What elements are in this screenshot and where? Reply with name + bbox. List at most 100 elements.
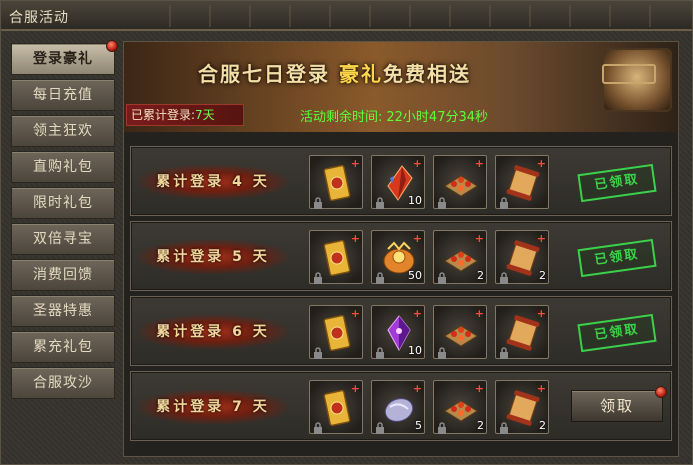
title-bar: 合服活动	[1, 1, 692, 31]
claim-button[interactable]: 领取	[571, 386, 667, 422]
lock-icon	[498, 269, 510, 284]
reward-row: 累计登录 4 天 + +10 + + 已领取	[130, 146, 672, 216]
banner-title: 合服七日登录 豪礼免费相送	[198, 58, 471, 87]
reward-item-slot[interactable]: +2	[433, 230, 487, 284]
plus-icon: +	[474, 157, 484, 170]
notification-dot-icon	[655, 386, 667, 398]
item-quantity: 2	[477, 269, 484, 282]
lock-icon	[436, 344, 448, 359]
sidebar-tab-label: 双倍寻宝	[33, 231, 93, 247]
sidebar-tab[interactable]: 限时礼包	[11, 187, 115, 219]
plus-icon: +	[412, 307, 422, 320]
sidebar-tab-label: 圣器特惠	[33, 303, 93, 319]
lock-icon	[374, 194, 386, 209]
sidebar-tab[interactable]: 登录豪礼	[11, 40, 118, 75]
sidebar-tab[interactable]: 圣器特惠	[11, 295, 115, 327]
lock-icon	[436, 419, 448, 434]
sidebar-tab-label: 合服攻沙	[33, 375, 93, 391]
main-panel: 合服七日登录 豪礼免费相送 已累计登录:7天 活动剩余时间: 22小时47分34秒…	[123, 41, 679, 457]
item-quantity: 10	[408, 194, 422, 207]
item-quantity: 2	[539, 419, 546, 432]
sidebar-tab-label: 限时礼包	[33, 195, 93, 211]
plus-icon: +	[350, 232, 360, 245]
reward-item-slot[interactable]: +2	[495, 230, 549, 284]
item-quantity: 2	[539, 269, 546, 282]
lock-icon	[374, 344, 386, 359]
sidebar-tab-label: 每日充值	[33, 87, 93, 103]
timer-value: 22小时47分34秒	[386, 110, 489, 125]
plus-icon: +	[474, 232, 484, 245]
event-timer: 活动剩余时间: 22小时47分34秒	[300, 106, 488, 125]
treasure-chest-icon	[602, 48, 672, 112]
plus-icon: +	[412, 232, 422, 245]
cumulative-label: 已累计登录:	[131, 108, 196, 122]
plus-icon: +	[412, 157, 422, 170]
lock-icon	[498, 419, 510, 434]
sidebar: 登录豪礼每日充值领主狂欢直购礼包限时礼包双倍寻宝消费回馈圣器特惠累充礼包合服攻沙	[11, 40, 119, 455]
claimed-stamp: 已领取	[577, 163, 657, 203]
plus-icon: +	[350, 157, 360, 170]
sidebar-tab[interactable]: 累充礼包	[11, 331, 115, 363]
reward-row: 累计登录 5 天 + +50 +2 +2 已领取	[130, 221, 672, 291]
plus-icon: +	[474, 307, 484, 320]
lock-icon	[312, 194, 324, 209]
reward-item-slot[interactable]: +	[433, 305, 487, 359]
sidebar-tab[interactable]: 直购礼包	[11, 151, 115, 183]
sidebar-tab[interactable]: 双倍寻宝	[11, 223, 115, 255]
lock-icon	[498, 344, 510, 359]
sidebar-tab-label: 登录豪礼	[33, 51, 93, 67]
lock-icon	[436, 194, 448, 209]
plus-icon: +	[412, 382, 422, 395]
sidebar-tab[interactable]: 合服攻沙	[11, 367, 115, 399]
sidebar-tab[interactable]: 每日充值	[11, 79, 115, 111]
reward-row-label: 累计登录 4 天	[139, 165, 287, 199]
plus-icon: +	[536, 307, 546, 320]
plus-icon: +	[350, 307, 360, 320]
lock-icon	[374, 419, 386, 434]
window-title: 合服活动	[9, 10, 69, 26]
reward-item-slot[interactable]: +	[495, 155, 549, 209]
reward-list: 累计登录 4 天 + +10 + + 已领取 累计登录 5 天 + +50 +2 +2 已领取 累计登录…	[130, 146, 672, 446]
lock-icon	[374, 269, 386, 284]
activity-window: 合服活动 登录豪礼每日充值领主狂欢直购礼包限时礼包双倍寻宝消费回馈圣器特惠累充礼…	[0, 0, 693, 465]
claimed-stamp: 已领取	[577, 313, 657, 353]
sidebar-tab[interactable]: 领主狂欢	[11, 115, 115, 147]
reward-item-slot[interactable]: +2	[433, 380, 487, 434]
notification-dot-icon	[106, 40, 118, 52]
reward-item-slot[interactable]: +	[309, 155, 363, 209]
lock-icon	[312, 269, 324, 284]
item-quantity: 10	[408, 344, 422, 357]
claimed-stamp: 已领取	[577, 238, 657, 278]
reward-row-label: 累计登录 7 天	[139, 390, 287, 424]
reward-item-slot[interactable]: +	[433, 155, 487, 209]
sidebar-tab[interactable]: 消费回馈	[11, 259, 115, 291]
plus-icon: +	[474, 382, 484, 395]
sidebar-tab-label: 领主狂欢	[33, 123, 93, 139]
event-banner: 合服七日登录 豪礼免费相送 已累计登录:7天 活动剩余时间: 22小时47分34秒	[124, 42, 678, 132]
reward-item-slot[interactable]: +10	[371, 155, 425, 209]
reward-row: 累计登录 6 天 + +10 + + 已领取	[130, 296, 672, 366]
banner-title-highlight: 豪礼	[338, 62, 383, 86]
title-ornament	[151, 5, 671, 27]
reward-item-slot[interactable]: +	[309, 230, 363, 284]
reward-item-slot[interactable]: +	[309, 305, 363, 359]
banner-title-part1: 合服七日登录	[198, 62, 330, 86]
reward-item-slot[interactable]: +2	[495, 380, 549, 434]
reward-item-slot[interactable]: +10	[371, 305, 425, 359]
lock-icon	[312, 419, 324, 434]
timer-label: 活动剩余时间:	[300, 110, 383, 125]
lock-icon	[312, 344, 324, 359]
chest-lid	[602, 64, 656, 84]
reward-row: 累计登录 7 天 + +5 +2 +2 领取	[130, 371, 672, 441]
reward-item-slot[interactable]: +5	[371, 380, 425, 434]
banner-title-part3: 免费相送	[382, 62, 471, 86]
reward-item-slot[interactable]: +	[495, 305, 549, 359]
reward-item-slot[interactable]: +	[309, 380, 363, 434]
sidebar-tab-label: 消费回馈	[33, 267, 93, 283]
plus-icon: +	[536, 232, 546, 245]
sidebar-tab-label: 累充礼包	[33, 339, 93, 355]
item-quantity: 5	[415, 419, 422, 432]
sidebar-tab-label: 直购礼包	[33, 159, 93, 175]
reward-item-slot[interactable]: +50	[371, 230, 425, 284]
cumulative-login-badge: 已累计登录:7天	[126, 104, 244, 126]
